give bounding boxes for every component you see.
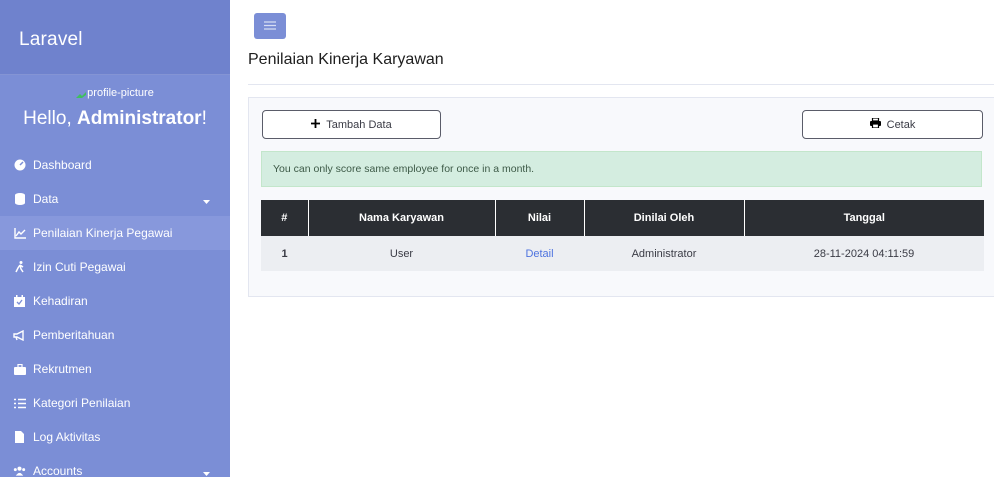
- main-content: Penilaian Kinerja Karyawan Tambah Data C…: [230, 0, 994, 477]
- sidebar-item-accounts[interactable]: Accounts: [0, 454, 230, 477]
- add-data-label: Tambah Data: [326, 118, 392, 131]
- employee-name: User: [308, 236, 495, 271]
- profile-section: profile-picture Hello, Administrator!: [0, 75, 230, 148]
- sidebar-item-dashboard[interactable]: Dashboard: [0, 148, 230, 182]
- chart-line-icon: [13, 227, 26, 240]
- sidebar-item-label: Izin Cuti Pegawai: [33, 260, 126, 274]
- file-icon: [13, 431, 26, 444]
- table-row: 1 User Detail Administrator 28-11-2024 0…: [261, 236, 984, 271]
- sidebar-item-label: Kehadiran: [33, 294, 88, 308]
- sidebar: Laravel profile-picture Hello, Administr…: [0, 0, 230, 477]
- assessment-table: # Nama Karyawan Nilai Dinilai Oleh Tangg…: [261, 200, 984, 271]
- sidebar-item-label: Data: [33, 192, 59, 206]
- chevron-down-icon: [203, 194, 210, 208]
- print-button[interactable]: Cetak: [802, 110, 983, 139]
- walking-person-icon: [13, 261, 26, 274]
- sidebar-item-pemberitahuan[interactable]: Pemberitahuan: [0, 318, 230, 352]
- print-label: Cetak: [886, 118, 916, 131]
- column-header[interactable]: Nama Karyawan: [308, 200, 496, 236]
- topbar: Penilaian Kinerja Karyawan: [230, 0, 994, 85]
- date-cell: 28-11-2024 04:11:59: [744, 236, 984, 271]
- column-header[interactable]: #: [261, 200, 309, 236]
- megaphone-icon: [13, 329, 26, 342]
- sidebar-item-label: Rekrutmen: [33, 362, 92, 376]
- user-name: Administrator: [77, 108, 202, 129]
- calendar-check-icon: [13, 295, 26, 308]
- tachometer-icon: [13, 159, 26, 172]
- sidebar-toggle-button[interactable]: [254, 13, 286, 39]
- column-header[interactable]: Nilai: [495, 200, 585, 236]
- sidebar-item-penilaian-kinerja[interactable]: Penilaian Kinerja Pegawai: [0, 216, 230, 250]
- sidebar-item-izin-cuti[interactable]: Izin Cuti Pegawai: [0, 250, 230, 284]
- sidebar-item-kehadiran[interactable]: Kehadiran: [0, 284, 230, 318]
- sidebar-brand[interactable]: Laravel: [0, 0, 230, 75]
- content-card: Tambah Data Cetak You can only score sam…: [248, 97, 994, 297]
- sidebar-item-kategori-penilaian[interactable]: Kategori Penilaian: [0, 386, 230, 420]
- sidebar-nav: Dashboard Data Penilaian Kinerja Pegawai…: [0, 148, 230, 477]
- users-icon: [13, 465, 26, 477]
- sidebar-item-label: Kategori Penilaian: [33, 396, 131, 410]
- greeting-text: Hello,: [23, 108, 77, 129]
- database-icon: [13, 193, 26, 206]
- table-header-row: # Nama Karyawan Nilai Dinilai Oleh Tangg…: [261, 200, 984, 236]
- divider: [248, 84, 994, 85]
- broken-image-icon: [76, 90, 87, 98]
- hamburger-icon: [264, 17, 276, 35]
- printer-icon: [869, 117, 881, 131]
- profile-picture: profile-picture: [0, 87, 230, 99]
- briefcase-icon: [13, 363, 26, 376]
- add-data-button[interactable]: Tambah Data: [262, 110, 441, 139]
- detail-link[interactable]: Detail: [525, 248, 553, 260]
- chevron-down-icon: [203, 466, 210, 477]
- greeting-suffix: !: [201, 108, 207, 129]
- list-check-icon: [13, 397, 26, 410]
- column-header[interactable]: Dinilai Oleh: [584, 200, 745, 236]
- greeting: Hello, Administrator!: [0, 108, 230, 130]
- info-alert: You can only score same employee for onc…: [261, 151, 982, 187]
- sidebar-item-label: Pemberitahuan: [33, 328, 115, 342]
- sidebar-item-label: Dashboard: [33, 158, 92, 172]
- profile-picture-alt: profile-picture: [87, 87, 154, 99]
- score-cell: Detail: [495, 236, 584, 271]
- sidebar-item-label: Penilaian Kinerja Pegawai: [33, 226, 173, 240]
- sidebar-item-log-aktivitas[interactable]: Log Aktivitas: [0, 420, 230, 454]
- row-number: 1: [261, 236, 308, 271]
- column-header[interactable]: Tanggal: [744, 200, 984, 236]
- sidebar-item-data[interactable]: Data: [0, 182, 230, 216]
- page-title: Penilaian Kinerja Karyawan: [248, 51, 444, 68]
- rated-by: Administrator: [584, 236, 744, 271]
- sidebar-item-rekrutmen[interactable]: Rekrutmen: [0, 352, 230, 386]
- plus-icon: [311, 118, 321, 131]
- sidebar-item-label: Log Aktivitas: [33, 430, 101, 444]
- sidebar-item-label: Accounts: [33, 464, 83, 477]
